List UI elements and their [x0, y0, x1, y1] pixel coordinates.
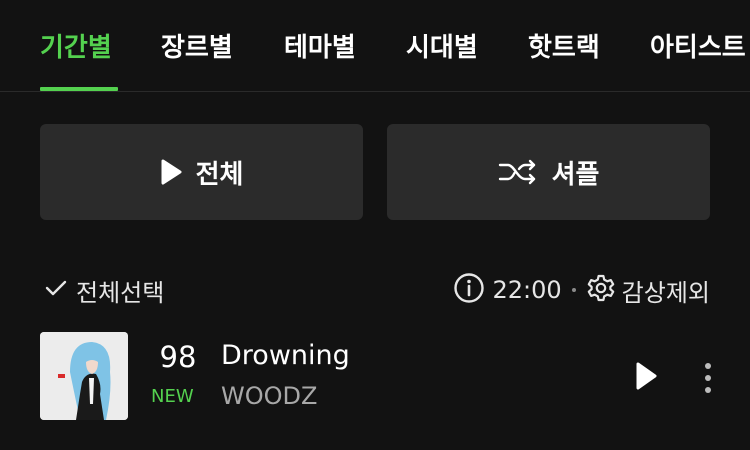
exclude-listening-label: 감상제외 — [621, 278, 710, 307]
tab-period[interactable]: 기간별 — [40, 28, 112, 68]
gear-icon — [586, 273, 616, 307]
info-icon[interactable] — [453, 272, 485, 308]
chart-update-time: 22:00 — [492, 276, 562, 304]
track-title[interactable]: Drowning — [221, 340, 350, 371]
category-tabs: 기간별 장르별 테마별 시대별 핫트랙 아티스트 — [0, 0, 750, 92]
tab-era[interactable]: 시대별 — [406, 28, 478, 68]
active-tab-indicator — [40, 87, 118, 91]
shuffle-label: 셔플 — [551, 159, 600, 190]
shuffle-icon — [498, 159, 538, 185]
exclude-listening-button[interactable]: 감상제외 — [586, 273, 710, 308]
play-all-label: 전체 — [195, 159, 244, 190]
chart-controls: 22:00 감상제외 — [453, 272, 710, 308]
track-rank: 98 — [159, 340, 197, 374]
tab-artist[interactable]: 아티스트 — [650, 28, 746, 68]
tab-genre[interactable]: 장르별 — [161, 28, 233, 68]
select-all-label: 전체선택 — [76, 278, 165, 307]
play-icon — [634, 361, 658, 395]
new-badge: NEW — [151, 386, 194, 407]
tab-theme[interactable]: 테마별 — [284, 28, 356, 68]
separator-dot — [571, 288, 576, 292]
track-row[interactable]: 98 NEW Drowning WOODZ — [0, 330, 750, 422]
check-icon — [44, 278, 68, 302]
more-vertical-icon[interactable] — [696, 356, 720, 400]
track-artist[interactable]: WOODZ — [221, 382, 317, 410]
track-play-button[interactable] — [628, 358, 664, 398]
shuffle-button[interactable]: 셔플 — [387, 124, 710, 220]
tab-hot-track[interactable]: 핫트랙 — [528, 28, 600, 68]
select-all-button[interactable]: 전체선택 — [44, 272, 164, 308]
album-art[interactable] — [40, 332, 128, 420]
play-all-button[interactable]: 전체 — [40, 124, 363, 220]
chart-screen: 기간별 장르별 테마별 시대별 핫트랙 아티스트 전체 셔플 전체선택 22:0… — [0, 0, 750, 450]
play-icon — [160, 159, 182, 185]
